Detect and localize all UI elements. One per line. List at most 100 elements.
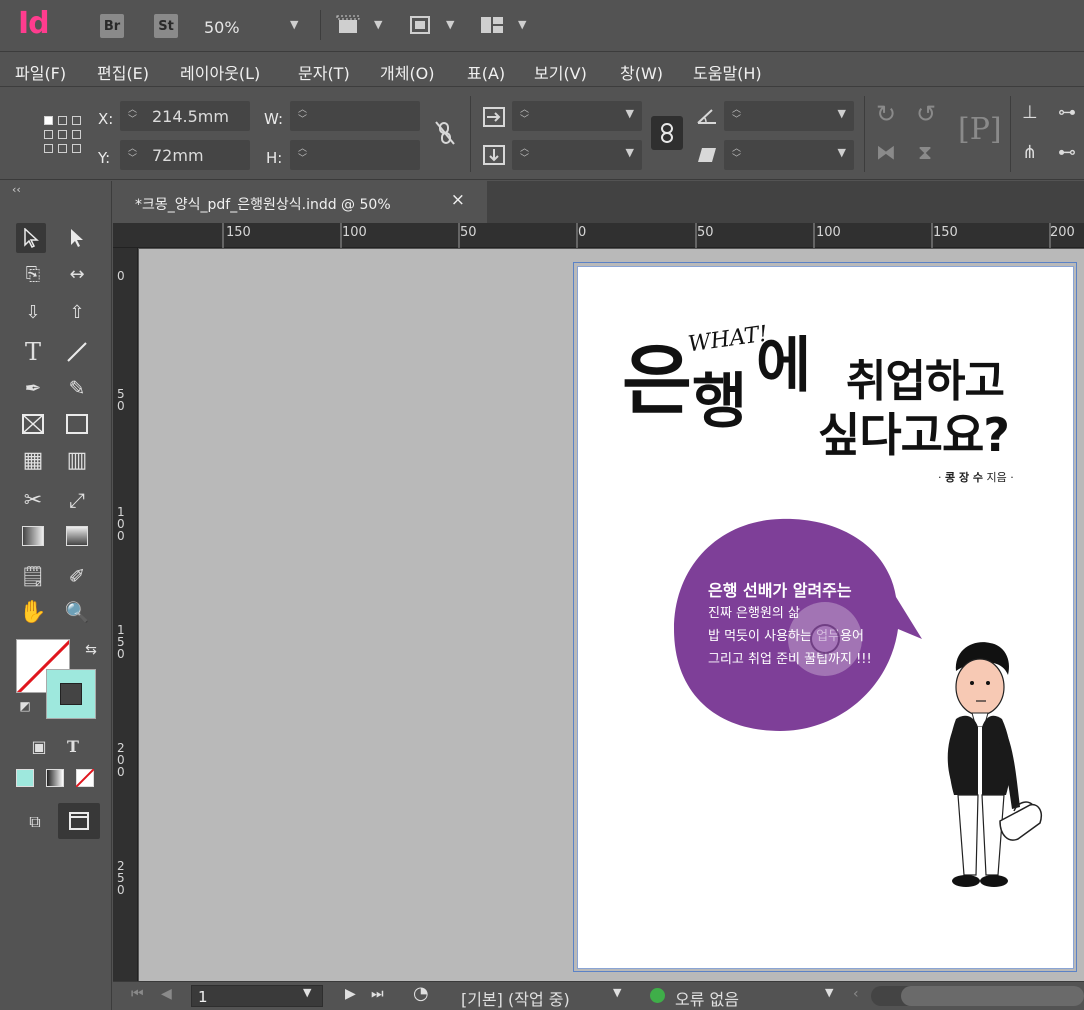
menu-type[interactable]: 문자(T) [298, 60, 350, 84]
x-field[interactable]: ︿ ﹀ 214.5mm [120, 101, 250, 131]
close-tab-icon[interactable]: × [451, 190, 465, 210]
scale-x-field[interactable]: ︿ ﹀ ▼ [512, 101, 642, 131]
content-collector-icon[interactable]: ⇩ [18, 297, 48, 327]
frame-edges-icon[interactable] [336, 14, 360, 36]
apply-none-icon[interactable] [72, 765, 98, 791]
scale-y-icon[interactable] [482, 144, 506, 166]
height-field[interactable]: ︿ ﹀ [290, 140, 420, 170]
direct-selection-tool-icon[interactable] [62, 223, 92, 253]
menu-object[interactable]: 개체(O) [380, 60, 435, 84]
hand-tool-icon[interactable]: ✋ [18, 597, 48, 627]
rectangle-frame-tool-icon[interactable] [18, 409, 48, 439]
shear-field[interactable]: ︿ ﹀ ▼ [724, 140, 854, 170]
menu-help[interactable]: 도움말(H) [693, 60, 762, 84]
arrange-documents-icon[interactable] [480, 14, 504, 36]
swap-fill-stroke-icon[interactable]: ⇆ [80, 639, 102, 661]
type-tool-icon[interactable]: T [18, 337, 48, 367]
rotate-counterclockwise-icon[interactable]: ↺ [916, 100, 936, 128]
stepper-icon[interactable]: ︿ ﹀ [520, 105, 529, 125]
eyedropper-tool-icon[interactable]: ✐ [62, 561, 92, 591]
gradient-swatch-tool-icon[interactable] [18, 521, 48, 551]
scissors-tool-icon[interactable]: ✂ [18, 485, 48, 515]
gap-tool-icon[interactable]: ↔ [62, 259, 92, 289]
document-page[interactable]: 은 WHAT! 행 에 취업하고 싶다고요? · 콩 장 수 지음 · 은행 선… [577, 266, 1074, 969]
chevron-down-icon[interactable]: ▼ [838, 107, 846, 120]
menu-edit[interactable]: 편집(E) [97, 60, 149, 84]
preflight-status[interactable]: 오류 없음 [675, 986, 739, 1010]
profile-dropdown-icon[interactable]: ▼ [613, 986, 621, 999]
y-field[interactable]: ︿ ﹀ 72mm [120, 140, 250, 170]
stepper-icon[interactable]: ︿ ﹀ [520, 144, 529, 164]
scale-x-icon[interactable] [482, 106, 506, 128]
stepper-icon[interactable]: ︿ ﹀ [298, 144, 307, 164]
selection-tool-icon[interactable] [16, 223, 46, 253]
zoom-level[interactable]: 50% [204, 18, 240, 37]
first-page-icon[interactable]: ⏮ [131, 986, 144, 1002]
page-dropdown-icon[interactable]: ▼ [303, 986, 311, 999]
last-page-icon[interactable]: ⏭ [371, 986, 384, 1002]
note-tool-icon[interactable]: 🗒 [18, 561, 48, 591]
bridge-button[interactable]: Br [100, 14, 124, 38]
preflight-profile-icon[interactable]: ◔ [413, 983, 429, 1004]
stepper-icon[interactable]: ︿ ﹀ [128, 144, 137, 164]
stepper-icon[interactable]: ︿ ﹀ [732, 105, 741, 125]
rotate-clockwise-icon[interactable]: ↻ [876, 100, 896, 128]
scale-y-field[interactable]: ︿ ﹀ ▼ [512, 140, 642, 170]
path-type-icon[interactable]: [P] [958, 112, 1002, 152]
formatting-container-icon[interactable]: ▣ [24, 731, 54, 761]
stepper-icon[interactable]: ︿ ﹀ [732, 144, 741, 164]
line-tool-icon[interactable] [62, 337, 92, 367]
shear-angle-icon[interactable] [696, 146, 718, 164]
stock-button[interactable]: St [154, 14, 178, 38]
menu-layout[interactable]: 레이아웃(L) [180, 60, 260, 84]
align-center-icon[interactable]: ⊶ [1058, 102, 1076, 123]
content-placer-icon[interactable]: ⇧ [62, 297, 92, 327]
pen-tool-icon[interactable]: ✒ [18, 373, 48, 403]
pasteboard[interactable]: 은 WHAT! 행 에 취업하고 싶다고요? · 콩 장 수 지음 · 은행 선… [139, 249, 1084, 981]
stepper-icon[interactable]: ︿ ﹀ [128, 105, 137, 125]
next-page-icon[interactable]: ▶ [345, 986, 356, 1002]
align-top-icon[interactable]: ⊥ [1022, 102, 1038, 123]
gradient-feather-tool-icon[interactable] [62, 521, 92, 551]
collapse-panel-icon[interactable]: ‹‹ [12, 183, 21, 196]
menu-table[interactable]: 표(A) [467, 60, 505, 84]
preflight-profile[interactable]: [기본] (작업 중) [461, 986, 570, 1010]
grid-tool-icon[interactable]: ▥ [62, 445, 92, 475]
width-field[interactable]: ︿ ﹀ [290, 101, 420, 131]
vertical-ruler[interactable]: 0 50 100 150 200 250 [113, 248, 138, 981]
previous-page-icon[interactable]: ◀ [161, 986, 172, 1002]
pencil-tool-icon[interactable]: ✎ [62, 373, 92, 403]
chevron-down-icon[interactable]: ▼ [626, 107, 634, 120]
apply-gradient-icon[interactable] [42, 765, 68, 791]
horizontal-scrollbar[interactable] [871, 986, 1084, 1006]
screen-mode-dropdown-icon[interactable]: ▼ [446, 18, 454, 31]
zoom-tool-icon[interactable]: 🔍 [62, 597, 92, 627]
view-mode-icon[interactable]: ⧉ [20, 807, 50, 837]
table-tool-icon[interactable]: ▦ [18, 445, 48, 475]
preflight-dropdown-icon[interactable]: ▼ [825, 986, 833, 999]
menu-window[interactable]: 창(W) [620, 60, 663, 84]
page-tool-icon[interactable]: ⎘ [18, 259, 48, 289]
apply-color-icon[interactable] [12, 765, 38, 791]
horizontal-ruler[interactable]: 150 100 50 0 50 100 150 200 [113, 223, 1084, 248]
formatting-text-icon[interactable]: T [58, 731, 88, 761]
screen-mode-tool-icon[interactable] [58, 803, 100, 839]
screen-mode-icon[interactable] [408, 14, 432, 36]
rectangle-tool-icon[interactable] [62, 409, 92, 439]
reference-point-icon[interactable] [44, 116, 82, 154]
stroke-swatch[interactable] [46, 669, 96, 719]
free-transform-tool-icon[interactable]: ⤢ [62, 485, 92, 515]
distribute-spacing-icon[interactable]: ⊷ [1058, 142, 1076, 163]
menu-file[interactable]: 파일(F) [15, 60, 66, 84]
chevron-down-icon[interactable]: ▼ [626, 146, 634, 159]
stepper-icon[interactable]: ︿ ﹀ [298, 105, 307, 125]
arrange-documents-dropdown-icon[interactable]: ▼ [518, 18, 526, 31]
scrollbar-thumb[interactable] [901, 986, 1084, 1006]
menu-view[interactable]: 보기(V) [534, 60, 587, 84]
constrain-proportions-icon[interactable] [434, 120, 456, 146]
scroll-left-icon[interactable]: ‹ [853, 986, 859, 1002]
rotation-field[interactable]: ︿ ﹀ ▼ [724, 101, 854, 131]
flip-horizontal-icon[interactable]: ⧓ [876, 140, 896, 164]
document-tab[interactable]: *크몽_양식_pdf_은행원상식.indd @ 50% × [113, 181, 487, 223]
chevron-down-icon[interactable]: ▼ [838, 146, 846, 159]
